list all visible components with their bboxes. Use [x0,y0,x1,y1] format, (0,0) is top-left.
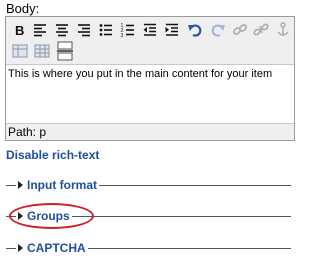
disable-rich-text-link[interactable]: Disable rich-text [6,148,99,162]
numbered-list-icon[interactable]: 123 [120,22,136,38]
groups-fieldset: Groups [6,208,291,224]
align-left-icon[interactable] [32,22,48,38]
editor-toolbar: B 123 [6,17,294,65]
collapsed-triangle-icon [18,212,23,220]
bold-icon[interactable]: B [12,22,28,38]
body-field-label: Body: [6,1,40,16]
align-right-icon[interactable] [76,22,92,38]
captcha-fieldset: CAPTCHA [6,240,291,256]
anchor-icon[interactable] [275,22,291,38]
input-format-fieldset: Input format [6,177,291,193]
captcha-label: CAPTCHA [27,241,86,255]
groups-toggle[interactable]: Groups [16,208,72,224]
svg-text:B: B [15,23,24,38]
svg-text:3: 3 [121,33,124,38]
align-center-icon[interactable] [54,22,70,38]
link-icon[interactable] [232,22,248,38]
undo-icon[interactable] [187,22,203,38]
unlink-icon[interactable] [253,22,269,38]
editor-content[interactable]: This is where you put in the main conten… [6,65,294,123]
editor-path-bar: Path: p [6,123,294,140]
input-format-toggle[interactable]: Input format [16,177,99,193]
redo-icon[interactable] [210,22,226,38]
table-icon[interactable] [34,43,50,59]
indent-icon[interactable] [164,22,180,38]
outdent-icon[interactable] [142,22,158,38]
image-icon[interactable] [12,43,28,59]
rich-text-editor: B 123 This is where you put in the main … [5,16,295,141]
input-format-label: Input format [27,178,97,192]
collapsed-triangle-icon [18,181,23,189]
bullet-list-icon[interactable] [98,22,114,38]
captcha-toggle[interactable]: CAPTCHA [16,240,88,256]
horizontal-rule-icon[interactable] [57,41,73,61]
groups-label: Groups [27,209,70,223]
